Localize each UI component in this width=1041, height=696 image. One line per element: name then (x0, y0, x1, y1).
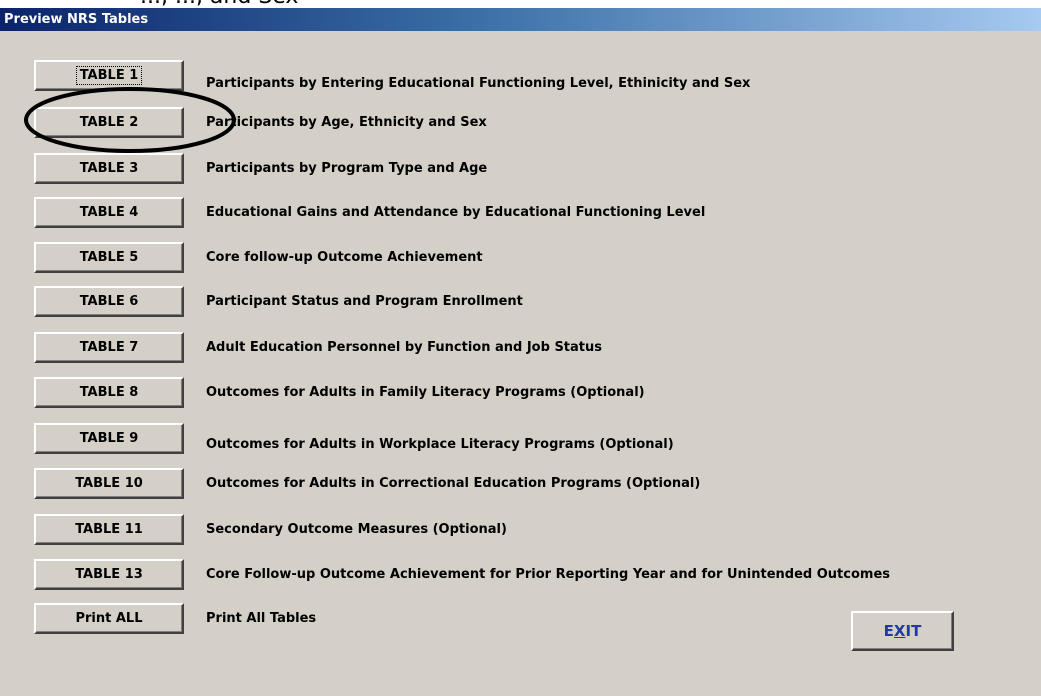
table-9-description: Outcomes for Adults in Workplace Literac… (206, 437, 674, 452)
table-6-button[interactable]: TABLE 6 (34, 286, 184, 317)
table-10-button[interactable]: TABLE 10 (34, 468, 184, 499)
table-13-button-label: TABLE 13 (75, 567, 143, 582)
table-7-description: Adult Education Personnel by Function an… (206, 340, 603, 355)
print-all-description: Print All Tables (206, 611, 317, 626)
table-10-button-label: TABLE 10 (75, 476, 143, 491)
table-1-button[interactable]: TABLE 1 (34, 60, 184, 91)
exit-label-suffix: IT (905, 622, 922, 640)
cropped-header-label: ..., ..., and Sex (140, 0, 298, 8)
window-title-bar: Preview NRS Tables (0, 8, 1041, 31)
table-4-description: Educational Gains and Attendance by Educ… (206, 205, 706, 220)
exit-button-label: EXIT (884, 622, 922, 640)
table-8-button-label: TABLE 8 (79, 385, 139, 400)
table-5-description: Core follow-up Outcome Achievement (206, 250, 483, 265)
table-3-button-label: TABLE 3 (79, 161, 139, 176)
table-11-button-label: TABLE 11 (75, 522, 143, 537)
print-all-button[interactable]: Print ALL (34, 603, 184, 634)
table-8-button[interactable]: TABLE 8 (34, 377, 184, 408)
exit-label-prefix: E (883, 622, 894, 640)
window-title: Preview NRS Tables (4, 12, 149, 27)
window-client-area: TABLE 1 Participants by Entering Educati… (0, 31, 1041, 696)
table-11-button[interactable]: TABLE 11 (34, 514, 184, 545)
table-2-button[interactable]: TABLE 2 (34, 107, 184, 138)
table-5-button[interactable]: TABLE 5 (34, 242, 184, 273)
table-2-description: Participants by Age, Ethnicity and Sex (206, 115, 487, 130)
exit-button[interactable]: EXIT (851, 611, 954, 651)
table-6-description: Participant Status and Program Enrollmen… (206, 294, 523, 309)
cropped-header-text: ..., ..., and Sex (0, 0, 1041, 8)
table-9-button[interactable]: TABLE 9 (34, 423, 184, 454)
table-2-button-label: TABLE 2 (79, 115, 139, 130)
table-9-button-label: TABLE 9 (79, 431, 139, 446)
table-13-button[interactable]: TABLE 13 (34, 559, 184, 590)
table-11-description: Secondary Outcome Measures (Optional) (206, 522, 507, 537)
table-7-button-label: TABLE 7 (79, 340, 139, 355)
table-4-button[interactable]: TABLE 4 (34, 197, 184, 228)
table-6-button-label: TABLE 6 (79, 294, 139, 309)
table-1-description: Participants by Entering Educational Fun… (206, 76, 751, 91)
table-8-description: Outcomes for Adults in Family Literacy P… (206, 385, 645, 400)
exit-label-mnemonic: X (893, 622, 906, 640)
table-5-button-label: TABLE 5 (79, 250, 139, 265)
print-all-button-label: Print ALL (75, 611, 143, 626)
table-3-button[interactable]: TABLE 3 (34, 153, 184, 184)
table-1-button-label: TABLE 1 (75, 66, 143, 85)
table-3-description: Participants by Program Type and Age (206, 161, 488, 176)
table-7-button[interactable]: TABLE 7 (34, 332, 184, 363)
table-10-description: Outcomes for Adults in Correctional Educ… (206, 476, 701, 491)
table-13-description: Core Follow-up Outcome Achievement for P… (206, 567, 891, 582)
table-4-button-label: TABLE 4 (79, 205, 139, 220)
